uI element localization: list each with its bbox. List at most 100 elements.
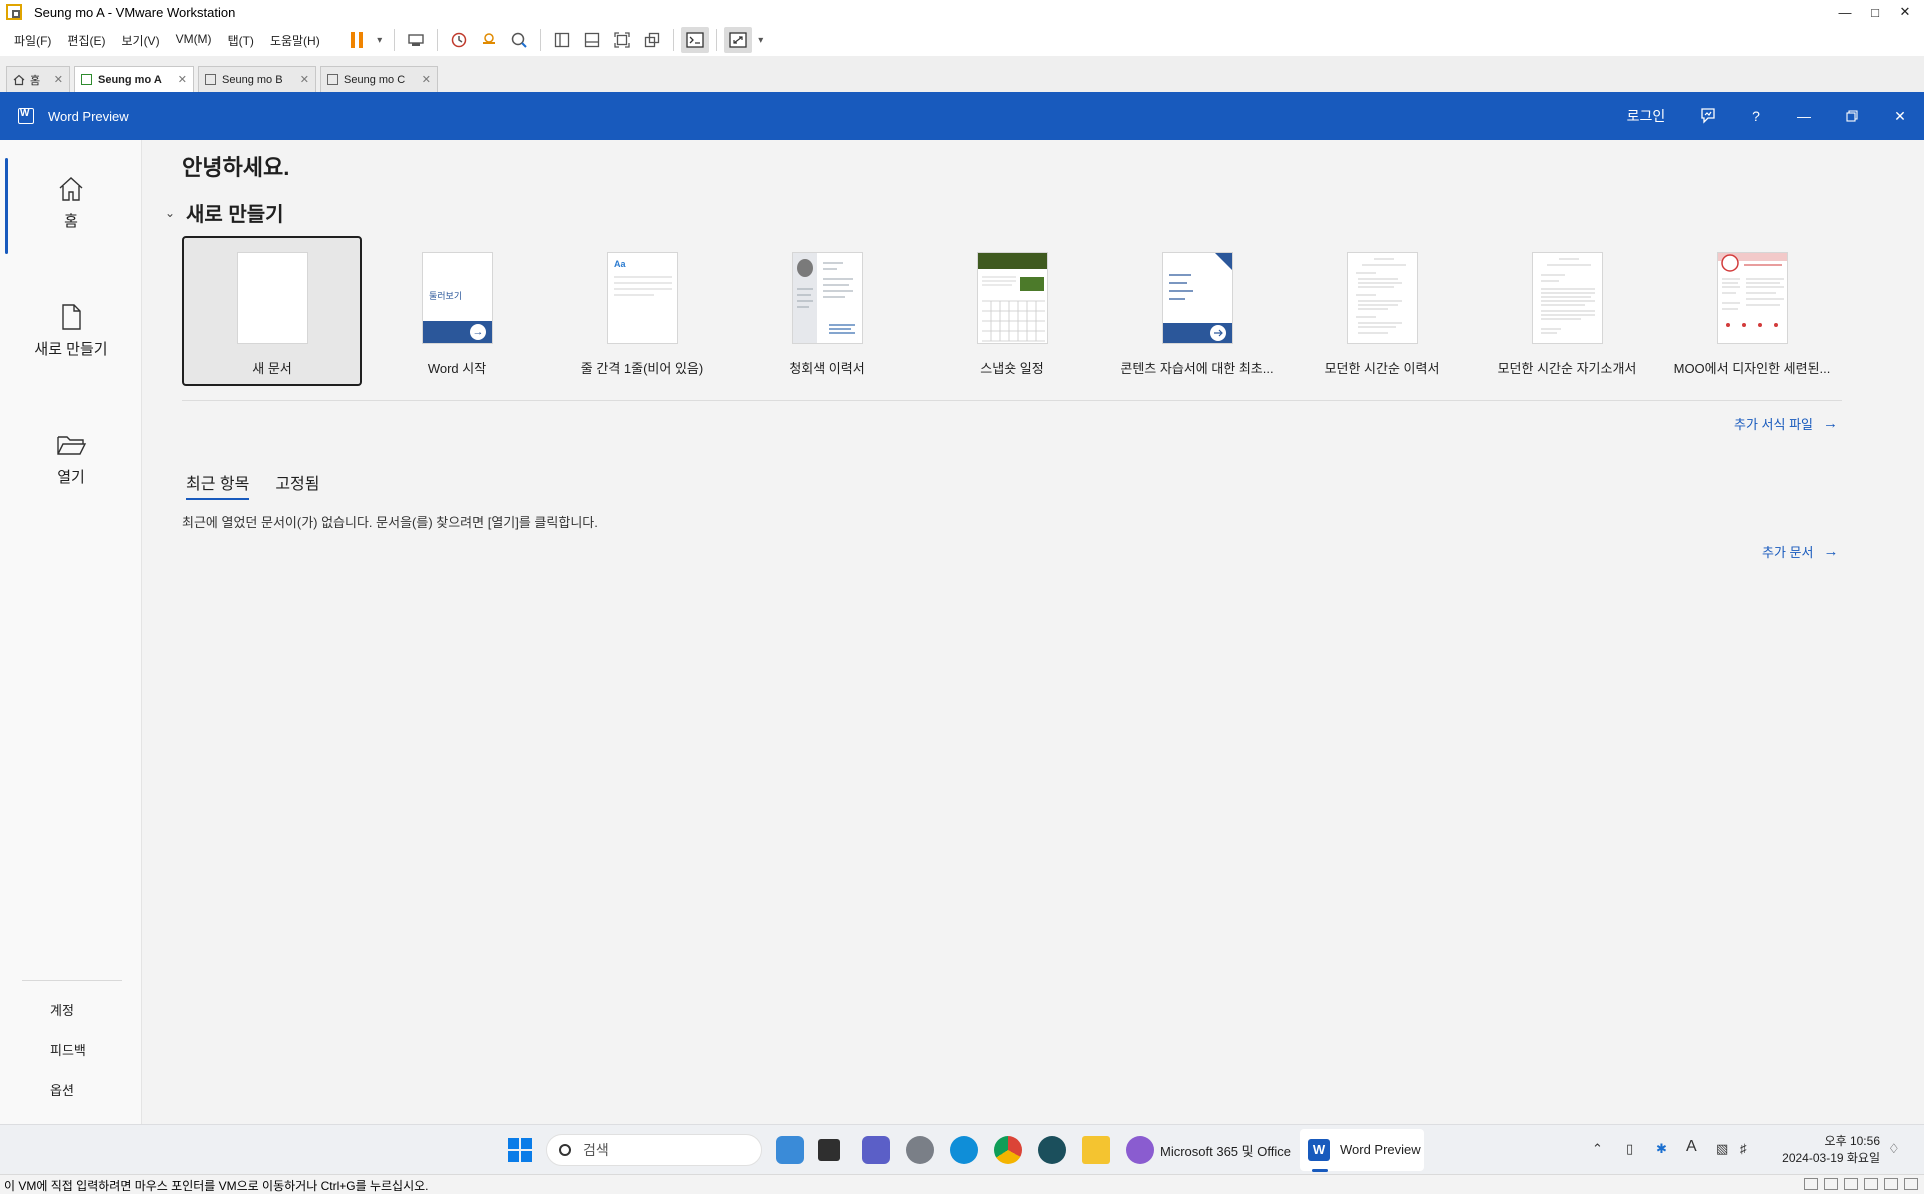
sidebar-item-open[interactable]: 열기 bbox=[0, 430, 142, 487]
tab-seung-mo-c-label: Seung mo C bbox=[344, 73, 406, 86]
tab-recent[interactable]: 최근 항목 bbox=[186, 470, 250, 500]
snapshot-icon[interactable] bbox=[445, 27, 473, 53]
windows-start-icon[interactable] bbox=[508, 1138, 532, 1162]
revert-snapshot-icon[interactable] bbox=[475, 27, 503, 53]
chevron-up-icon[interactable]: ⌃ bbox=[1592, 1141, 1603, 1157]
vm-close-button[interactable]: ✕ bbox=[1890, 0, 1920, 24]
copilot-pre-icon[interactable] bbox=[776, 1136, 804, 1164]
sidebar-item-new[interactable]: 새로 만들기 bbox=[0, 302, 142, 359]
file-explorer-icon[interactable] bbox=[1082, 1136, 1110, 1164]
teams-icon[interactable] bbox=[862, 1136, 890, 1164]
template-toc-tutorial[interactable]: 콘텐츠 자습서에 대한 최초... bbox=[1107, 236, 1287, 386]
thumbnail-bar-icon[interactable] bbox=[578, 27, 606, 53]
template-label: MOO에서 디자인한 세련된... bbox=[1673, 361, 1831, 376]
message-log-icon[interactable] bbox=[1904, 1178, 1918, 1190]
hard-disk-icon[interactable] bbox=[1804, 1178, 1818, 1190]
toolbar-divider bbox=[539, 29, 541, 51]
word-minimize-button[interactable]: — bbox=[1780, 92, 1828, 140]
pause-dropdown-icon[interactable]: ▾ bbox=[373, 27, 387, 53]
tab-seung-mo-c[interactable]: Seung mo C ✕ bbox=[320, 66, 438, 92]
word-close-button[interactable]: ✕ bbox=[1876, 92, 1924, 140]
stretch-dropdown-icon[interactable]: ▾ bbox=[754, 27, 768, 53]
feedback-icon[interactable] bbox=[1684, 92, 1732, 140]
sidebar-divider bbox=[22, 980, 122, 981]
template-label: 모던한 시간순 이력서 bbox=[1324, 361, 1440, 376]
tab-seung-mo-b[interactable]: Seung mo B ✕ bbox=[198, 66, 316, 92]
settings-gear-icon[interactable] bbox=[906, 1136, 934, 1164]
template-modern-chrono-cover-letter[interactable]: 모던한 시간순 자기소개서 bbox=[1477, 236, 1657, 386]
chrome-browser-icon[interactable] bbox=[994, 1136, 1022, 1164]
console-view-icon[interactable] bbox=[680, 27, 709, 53]
word-logo-icon bbox=[18, 108, 34, 124]
usb-controller-icon[interactable] bbox=[1864, 1178, 1878, 1190]
vm-maximize-button[interactable]: □ bbox=[1860, 0, 1890, 24]
sidebar-item-options[interactable]: 옵션 bbox=[50, 1080, 74, 1099]
template-moo-designed[interactable]: MOO에서 디자인한 세련된... bbox=[1662, 236, 1842, 386]
menu-edit[interactable]: 편집(E) bbox=[59, 32, 113, 49]
tab-seung-mo-a[interactable]: Seung mo A ✕ bbox=[74, 66, 194, 92]
close-icon[interactable]: ✕ bbox=[166, 73, 187, 86]
full-screen-icon[interactable] bbox=[608, 27, 636, 53]
more-templates-link[interactable]: 추가 서식 파일 → bbox=[1734, 414, 1838, 433]
more-documents-link[interactable]: 추가 문서 → bbox=[1762, 542, 1838, 561]
task-view-icon[interactable] bbox=[818, 1139, 840, 1161]
close-icon[interactable]: ✕ bbox=[42, 73, 63, 86]
edge-browser-icon[interactable] bbox=[950, 1136, 978, 1164]
template-thumbnail: Aa bbox=[607, 252, 678, 344]
vm-tab-icon bbox=[81, 74, 92, 85]
menu-help[interactable]: 도움말(H) bbox=[262, 32, 328, 49]
active-app-indicator bbox=[1312, 1169, 1328, 1172]
speaker-icon[interactable]: ♯ bbox=[1740, 1141, 1747, 1156]
taskbar-search-box[interactable]: 검색 bbox=[546, 1134, 762, 1166]
show-library-icon[interactable] bbox=[548, 27, 576, 53]
pause-vm-button[interactable] bbox=[343, 27, 371, 53]
template-snapshot-calendar[interactable]: 스냅숏 일정 bbox=[922, 236, 1102, 386]
help-button[interactable]: ? bbox=[1732, 92, 1780, 140]
notification-bell-icon[interactable]: ♢ bbox=[1888, 1141, 1900, 1157]
input-method-icon[interactable]: A bbox=[1686, 1138, 1697, 1156]
template-word-tour[interactable]: 둘러보기 → Word 시작 bbox=[367, 236, 547, 386]
snapshot-manager-icon[interactable] bbox=[505, 27, 533, 53]
toolbar-divider bbox=[672, 29, 674, 51]
vm-tab-icon bbox=[205, 74, 216, 85]
template-label: 새 문서 bbox=[252, 361, 292, 376]
pause-icon bbox=[350, 32, 363, 48]
word-restore-button[interactable] bbox=[1828, 92, 1876, 140]
send-ctrl-alt-del-icon[interactable] bbox=[402, 27, 430, 53]
tab-pinned[interactable]: 고정됨 bbox=[275, 470, 319, 500]
new-section-header[interactable]: ⌄ 새로 만들기 bbox=[158, 198, 284, 227]
sidebar-item-feedback[interactable]: 피드백 bbox=[50, 1040, 86, 1059]
sidebar-item-account[interactable]: 계정 bbox=[50, 1000, 74, 1019]
vm-minimize-button[interactable]: — bbox=[1830, 0, 1860, 24]
close-icon[interactable]: ✕ bbox=[288, 73, 309, 86]
taskbar-clock[interactable]: 오후 10:56 2024-03-19 화요일 bbox=[1762, 1133, 1880, 1167]
template-label: 콘텐츠 자습서에 대한 최초... bbox=[1120, 361, 1274, 376]
taskbar-word-preview[interactable]: W Word Preview bbox=[1300, 1129, 1424, 1171]
tab-home[interactable]: 홈 ✕ bbox=[6, 66, 70, 92]
microsoft-365-label[interactable]: Microsoft 365 및 Office bbox=[1160, 1141, 1291, 1160]
network-icon[interactable]: ▧ bbox=[1716, 1141, 1728, 1157]
menu-vm[interactable]: VM(M) bbox=[168, 32, 220, 49]
unity-mode-icon[interactable] bbox=[638, 27, 666, 53]
recent-pinned-tabs: 최근 항목 고정됨 bbox=[186, 470, 346, 500]
sound-card-icon[interactable] bbox=[1884, 1178, 1898, 1190]
menu-tabs[interactable]: 탭(T) bbox=[220, 32, 262, 49]
cd-drive-icon[interactable] bbox=[1824, 1178, 1838, 1190]
microsoft-365-icon[interactable] bbox=[1126, 1136, 1154, 1164]
menu-file[interactable]: 파일(F) bbox=[6, 32, 59, 49]
template-modern-chrono-resume[interactable]: 모던한 시간순 이력서 bbox=[1292, 236, 1472, 386]
network-adapter-icon[interactable] bbox=[1844, 1178, 1858, 1190]
signin-button[interactable]: 로그인 bbox=[1608, 92, 1684, 140]
sidebar-item-home[interactable]: 홈 bbox=[0, 174, 142, 231]
template-single-spaced[interactable]: Aa 줄 간격 1줄(비어 있음) bbox=[552, 236, 732, 386]
stretch-guest-icon[interactable] bbox=[723, 27, 752, 53]
chatgpt-icon[interactable] bbox=[1038, 1136, 1066, 1164]
close-icon[interactable]: ✕ bbox=[410, 73, 431, 86]
tab-seung-mo-a-label: Seung mo A bbox=[98, 73, 162, 86]
usb-device-icon[interactable]: ▯ bbox=[1626, 1141, 1633, 1157]
menu-view[interactable]: 보기(V) bbox=[113, 32, 167, 49]
chevron-down-icon[interactable]: ⌄ bbox=[158, 206, 182, 220]
template-blank-document[interactable]: 새 문서 bbox=[182, 236, 362, 386]
bluetooth-icon[interactable]: ✱ bbox=[1656, 1141, 1667, 1157]
template-blue-gray-resume[interactable]: 청회색 이력서 bbox=[737, 236, 917, 386]
